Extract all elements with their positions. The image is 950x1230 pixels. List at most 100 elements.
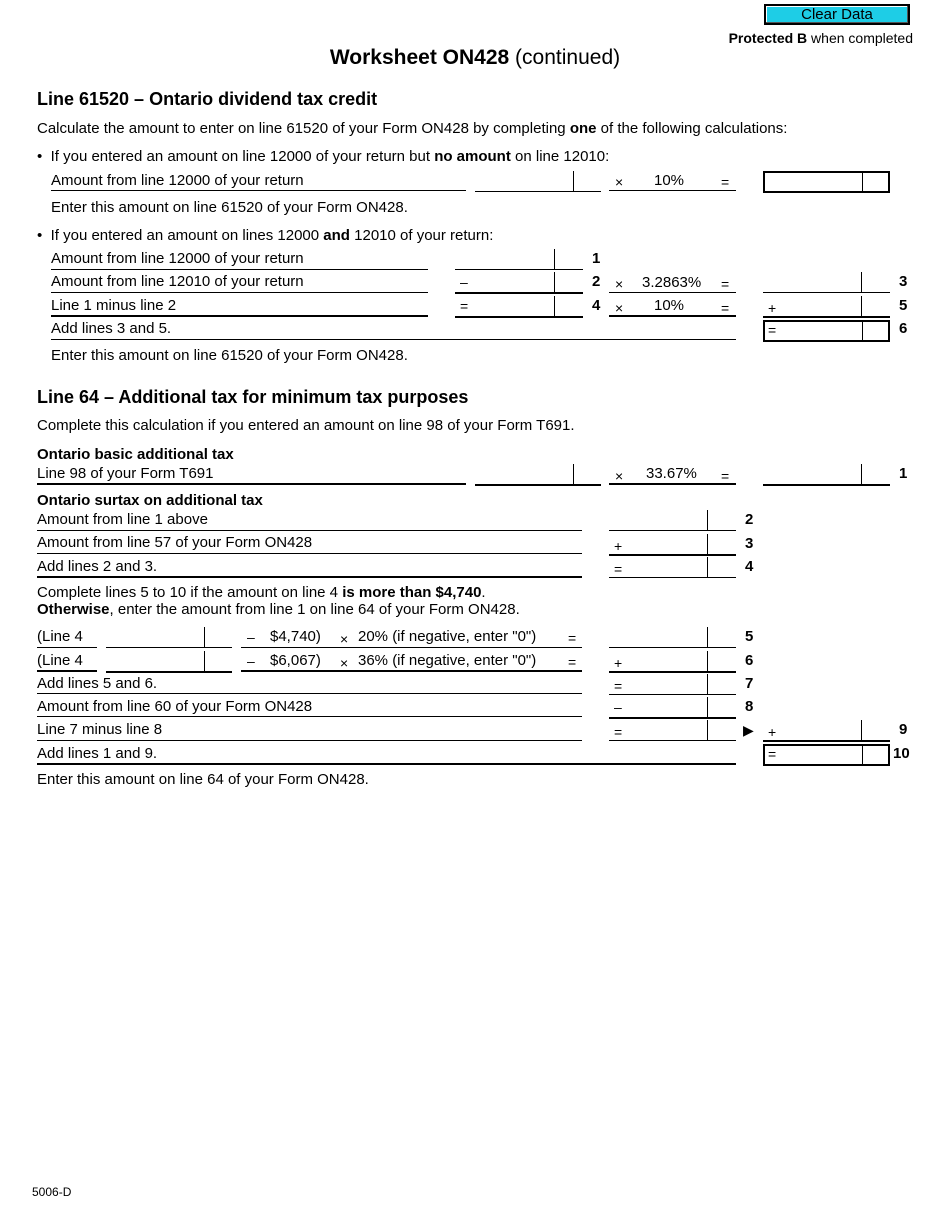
section-heading-61520: Line 61520 – Ontario dividend tax credit: [37, 89, 378, 109]
line-number: 1: [592, 250, 601, 267]
plus-sign: +: [768, 724, 777, 740]
caseB-line3-input[interactable]: [763, 272, 890, 293]
divider: [609, 190, 736, 191]
rate: 10%: [654, 297, 685, 314]
cents-divider: [573, 171, 601, 191]
caseB-line6-input[interactable]: [763, 320, 890, 342]
section2-intro: Complete this calculation if you entered…: [37, 417, 575, 434]
caseA-row-label: Amount from line 12000 of your return: [51, 172, 304, 189]
cents-divider: [554, 296, 583, 316]
caseB-line1-input[interactable]: [455, 249, 583, 270]
cents-divider: [707, 534, 736, 554]
condition-line2: Otherwise, enter the amount from line 1 …: [37, 601, 520, 618]
line64-4-input[interactable]: [609, 557, 736, 578]
line64-8-input[interactable]: [609, 697, 736, 719]
caseB-row3-label: Line 1 minus line 2: [51, 297, 177, 314]
plus-sign: +: [614, 655, 623, 671]
cents-divider: [554, 249, 583, 269]
line-number: 10: [893, 745, 910, 762]
caseB-line2-input[interactable]: [455, 272, 583, 294]
equals-sign: =: [568, 630, 577, 646]
caseB-line4-input[interactable]: [455, 296, 583, 318]
line64-line7minus8-input[interactable]: [609, 720, 736, 741]
divider: [37, 670, 97, 672]
bullet-text: If you entered an amount on line 12000 o…: [50, 148, 435, 165]
section-heading-line64: Line 64 – Additional tax for minimum tax…: [37, 387, 469, 407]
line-number: 4: [745, 558, 754, 575]
cents-divider: [204, 651, 232, 671]
condition-bold: Otherwise: [37, 601, 110, 618]
cents-divider: [861, 272, 890, 292]
cents-divider: [862, 746, 863, 764]
line-number: 5: [899, 297, 908, 314]
line-number: 1: [899, 465, 908, 482]
row7-label: Add lines 5 and 6.: [37, 675, 158, 692]
divider: [37, 553, 582, 554]
divider: [51, 269, 428, 270]
cents-divider: [861, 296, 890, 316]
equals-sign: =: [721, 468, 730, 484]
caseA-note: Enter this amount on line 61520 of your …: [51, 199, 408, 216]
rate: 3.2863%: [642, 274, 702, 291]
caseB-row2-label: Amount from line 12010 of your return: [51, 273, 304, 290]
condition-text: , enter the amount from line 1 on line 6…: [109, 601, 520, 618]
equals-sign: =: [614, 724, 623, 740]
divider: [37, 740, 582, 741]
minus-sign: –: [247, 653, 255, 669]
divider: [37, 576, 582, 578]
caseA-bullet: • If you entered an amount on line 12000…: [37, 148, 610, 165]
row10-label: Add lines 1 and 9.: [37, 745, 158, 762]
basic-row-label: Line 98 of your Form T691: [37, 465, 214, 482]
cents-divider: [707, 720, 736, 740]
caseB-bullet: • If you entered an amount on lines 1200…: [37, 227, 494, 244]
cents-divider: [861, 464, 890, 484]
cents-divider: [861, 720, 890, 740]
divider: [37, 483, 466, 485]
times-sign: ×: [340, 631, 349, 647]
rate-text: 36% (if negative, enter "0"): [358, 652, 537, 669]
cents-divider: [707, 697, 736, 717]
line64-7-input[interactable]: [609, 674, 736, 695]
caseA-amount-input[interactable]: [475, 171, 601, 192]
clear-data-button[interactable]: Clear Data: [764, 4, 910, 25]
caseB-row1-label: Amount from line 12000 of your return: [51, 250, 304, 267]
divider: [37, 716, 582, 717]
surtax-row4-label: Add lines 2 and 3.: [37, 558, 158, 575]
line64-5-input[interactable]: [609, 627, 736, 648]
calc6-line4-input[interactable]: [106, 651, 232, 673]
line64-3-input[interactable]: [609, 534, 736, 556]
cents-divider: [707, 510, 736, 530]
line-number: 2: [745, 511, 754, 528]
caseB-row4-label: Add lines 3 and 5.: [51, 320, 172, 337]
line64-6-input[interactable]: [609, 651, 736, 673]
caseA-result-input[interactable]: [763, 171, 890, 193]
bullet-bold: and: [323, 227, 350, 244]
line-number: 3: [745, 535, 754, 552]
divider: [37, 763, 736, 765]
line-number: 3: [899, 273, 908, 290]
divider: [609, 483, 736, 485]
cents-divider: [573, 464, 601, 484]
caseB-line5-input[interactable]: [763, 296, 890, 318]
condition-line1: Complete lines 5 to 10 if the amount on …: [37, 584, 486, 601]
calc5-line4-input[interactable]: [106, 627, 232, 648]
divider: [51, 292, 428, 293]
equals-sign: =: [460, 298, 469, 314]
rate: 33.67%: [646, 465, 697, 482]
line64-9-input[interactable]: [763, 720, 890, 742]
plus-sign: +: [614, 538, 623, 554]
line64-10-input[interactable]: [763, 744, 890, 766]
line64-2-input[interactable]: [609, 510, 736, 531]
cents-divider: [707, 557, 736, 577]
line64-1-input[interactable]: [763, 464, 890, 486]
times-sign: ×: [615, 174, 624, 190]
divider: [609, 315, 736, 317]
times-sign: ×: [615, 300, 624, 316]
intro-text-end: of the following calculations:: [596, 120, 788, 137]
page-title-main: Worksheet ON428: [329, 46, 510, 69]
line98-input[interactable]: [475, 464, 601, 486]
line-number: 5: [745, 628, 754, 645]
row8-label: Amount from line 60 of your Form ON428: [37, 698, 313, 715]
surtax-row2-label: Amount from line 1 above: [37, 511, 208, 528]
divider: [37, 693, 582, 694]
